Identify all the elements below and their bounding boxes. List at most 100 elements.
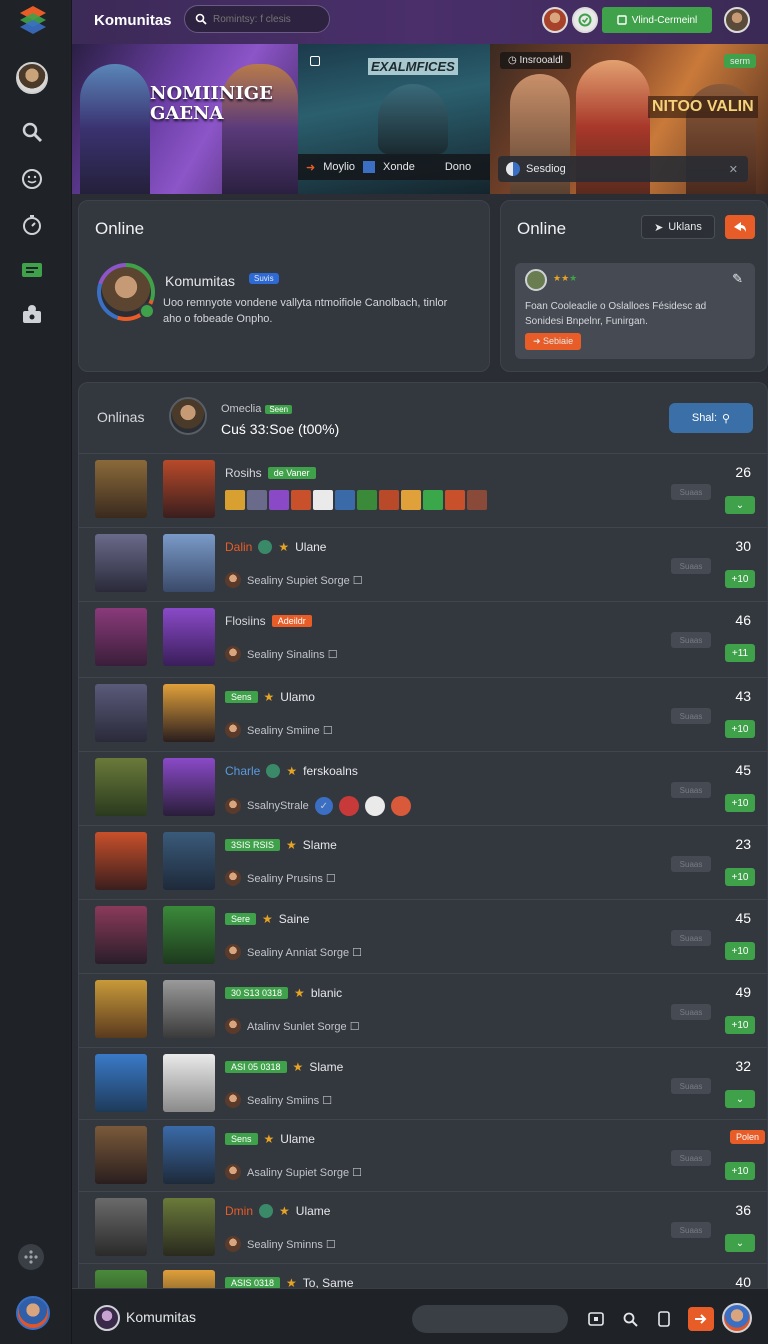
search-input[interactable] [213,13,323,25]
list-row[interactable]: ASI 05 0318 ★ Slame Sealiny Smiins ☐ Suaas 32… [79,1047,767,1121]
achievement-icon[interactable] [291,490,311,510]
side-card-button[interactable]: ➤ Uklans [641,215,715,239]
row-badge[interactable]: ⌄ [725,1234,755,1252]
phone-icon[interactable] [652,1307,676,1331]
achievement-icon[interactable] [247,490,267,510]
user-avatar[interactable] [16,62,48,94]
settings-dots-icon[interactable] [18,1244,44,1270]
row-ghost-button[interactable]: Suaas [671,1004,711,1020]
row-ghost-button[interactable]: Suaas [671,484,711,500]
game-cover[interactable] [163,460,215,518]
row-title[interactable]: Flosiins [225,614,266,628]
game-thumbnail[interactable] [95,1198,147,1256]
game-thumbnail[interactable] [95,460,147,518]
row-ghost-button[interactable]: Suaas [671,632,711,648]
message-input[interactable] [412,1305,568,1333]
member-avatar[interactable] [225,1164,241,1180]
note-action-button[interactable]: ➜ Sebiaie [525,333,582,350]
row-badge[interactable]: +10 [725,868,755,886]
list-header-avatar[interactable] [169,397,207,435]
game-thumbnail[interactable] [95,906,147,964]
bottom-avatar[interactable] [94,1305,120,1331]
list-row[interactable]: Charle ★ ferskoalns SsalnyStrale ✓ Suaas 45 +10 [79,751,767,825]
achievement-icon[interactable] [445,490,465,510]
achievement-icon[interactable] [423,490,443,510]
row-ghost-button[interactable]: Suaas [671,1150,711,1166]
achievement-icon[interactable] [269,490,289,510]
search-icon[interactable] [618,1307,642,1331]
game-cover[interactable] [163,758,215,816]
member-avatar[interactable] [338,796,359,816]
game-cover[interactable] [163,980,215,1038]
game-thumbnail[interactable] [95,608,147,666]
row-ghost-button[interactable]: Suaas [671,782,711,798]
game-cover[interactable] [163,906,215,964]
member-avatar[interactable] [225,572,241,588]
smile-icon[interactable] [20,167,44,191]
row-badge[interactable]: +10 [725,794,755,812]
member-avatar[interactable] [225,870,241,886]
row-title[interactable]: Dmin [225,1204,253,1218]
game-cover[interactable] [163,608,215,666]
list-row[interactable]: Rosihs de Vaner Suaas 26 ⌄ [79,453,767,527]
member-avatar[interactable] [225,944,241,960]
row-badge[interactable]: +10 [725,1162,755,1180]
achievement-icon[interactable] [357,490,377,510]
row-badge[interactable]: +10 [725,570,755,588]
row-badge[interactable]: +10 [725,720,755,738]
share-list-button[interactable]: Shal: ⚲ [669,403,753,433]
search-box[interactable] [184,5,330,33]
banner-link-1[interactable]: Xonde [383,161,415,173]
banner-featured[interactable]: NOMIINIGE GAENA [72,44,298,194]
share-button[interactable] [725,215,755,239]
row-ghost-button[interactable]: Suaas [671,856,711,872]
banner-adventure[interactable]: ◷ Insrooaldl serm NITOO VALIN Sesdiog ✕ [490,44,768,194]
member-avatar[interactable] [225,1018,241,1034]
row-title[interactable]: Rosihs [225,466,262,480]
banner-link-0[interactable]: Moylio [323,161,355,173]
game-thumbnail[interactable] [95,832,147,890]
list-row[interactable]: Sere ★ Saine Sealiny Anniat Sorge ☐ Suaas 45 +… [79,899,767,973]
list-row[interactable]: Sens ★ Ulamo Sealiny Smiine ☐ Suaas 43 +10 [79,677,767,751]
row-badge[interactable]: +11 [725,644,755,662]
member-avatar[interactable] [225,722,241,738]
game-cover[interactable] [163,1126,215,1184]
list-row[interactable]: Sens ★ Ulame Asaliny Supiet Sorge ☐ Suaas Pol… [79,1119,767,1193]
row-title[interactable]: Dalin [225,540,252,554]
invite-button[interactable]: Vlind-Cermeinl [602,7,712,33]
search-icon[interactable] [20,120,44,144]
profile-avatar[interactable] [724,7,750,33]
banner-strip[interactable]: Sesdiog ✕ [498,156,748,182]
member-avatar[interactable] [225,646,241,662]
send-button[interactable] [688,1307,714,1331]
row-badge[interactable]: +10 [725,942,755,960]
banner-shooter[interactable]: EXALMFICES ➜ Moylio Xonde Dono [298,44,490,194]
row-title[interactable]: Charle [225,764,260,778]
member-avatar[interactable] [390,796,411,816]
member-avatar[interactable] [225,1092,241,1108]
game-cover[interactable] [163,684,215,742]
puzzle-icon[interactable] [20,302,44,326]
list-row[interactable]: Dalin ★ Ulane Sealiny Supiet Sorge ☐ Suaas 30… [79,527,767,601]
bottom-user-avatar[interactable] [722,1303,752,1333]
achievement-icon[interactable] [313,490,333,510]
game-cover[interactable] [163,534,215,592]
profile-avatar-ring[interactable] [97,263,155,321]
row-badge[interactable]: ⌄ [725,1090,755,1108]
row-ghost-button[interactable]: Suaas [671,930,711,946]
edit-icon[interactable]: ✎ [732,271,743,287]
game-thumbnail[interactable] [95,534,147,592]
achievement-icon[interactable] [467,490,487,510]
achievement-icon[interactable] [225,490,245,510]
row-ghost-button[interactable]: Suaas [671,708,711,724]
status-icon[interactable] [572,7,598,33]
game-cover[interactable] [163,1054,215,1112]
game-cover[interactable] [163,832,215,890]
game-thumbnail[interactable] [95,684,147,742]
row-ghost-button[interactable]: Suaas [671,1222,711,1238]
achievement-icon[interactable] [335,490,355,510]
list-row[interactable]: 3SIS RSIS ★ Slame Sealiny Prusins ☐ Suaas 23 +… [79,825,767,899]
member-avatar[interactable] [225,1236,241,1252]
achievement-icon[interactable] [379,490,399,510]
member-avatar[interactable] [225,798,241,814]
